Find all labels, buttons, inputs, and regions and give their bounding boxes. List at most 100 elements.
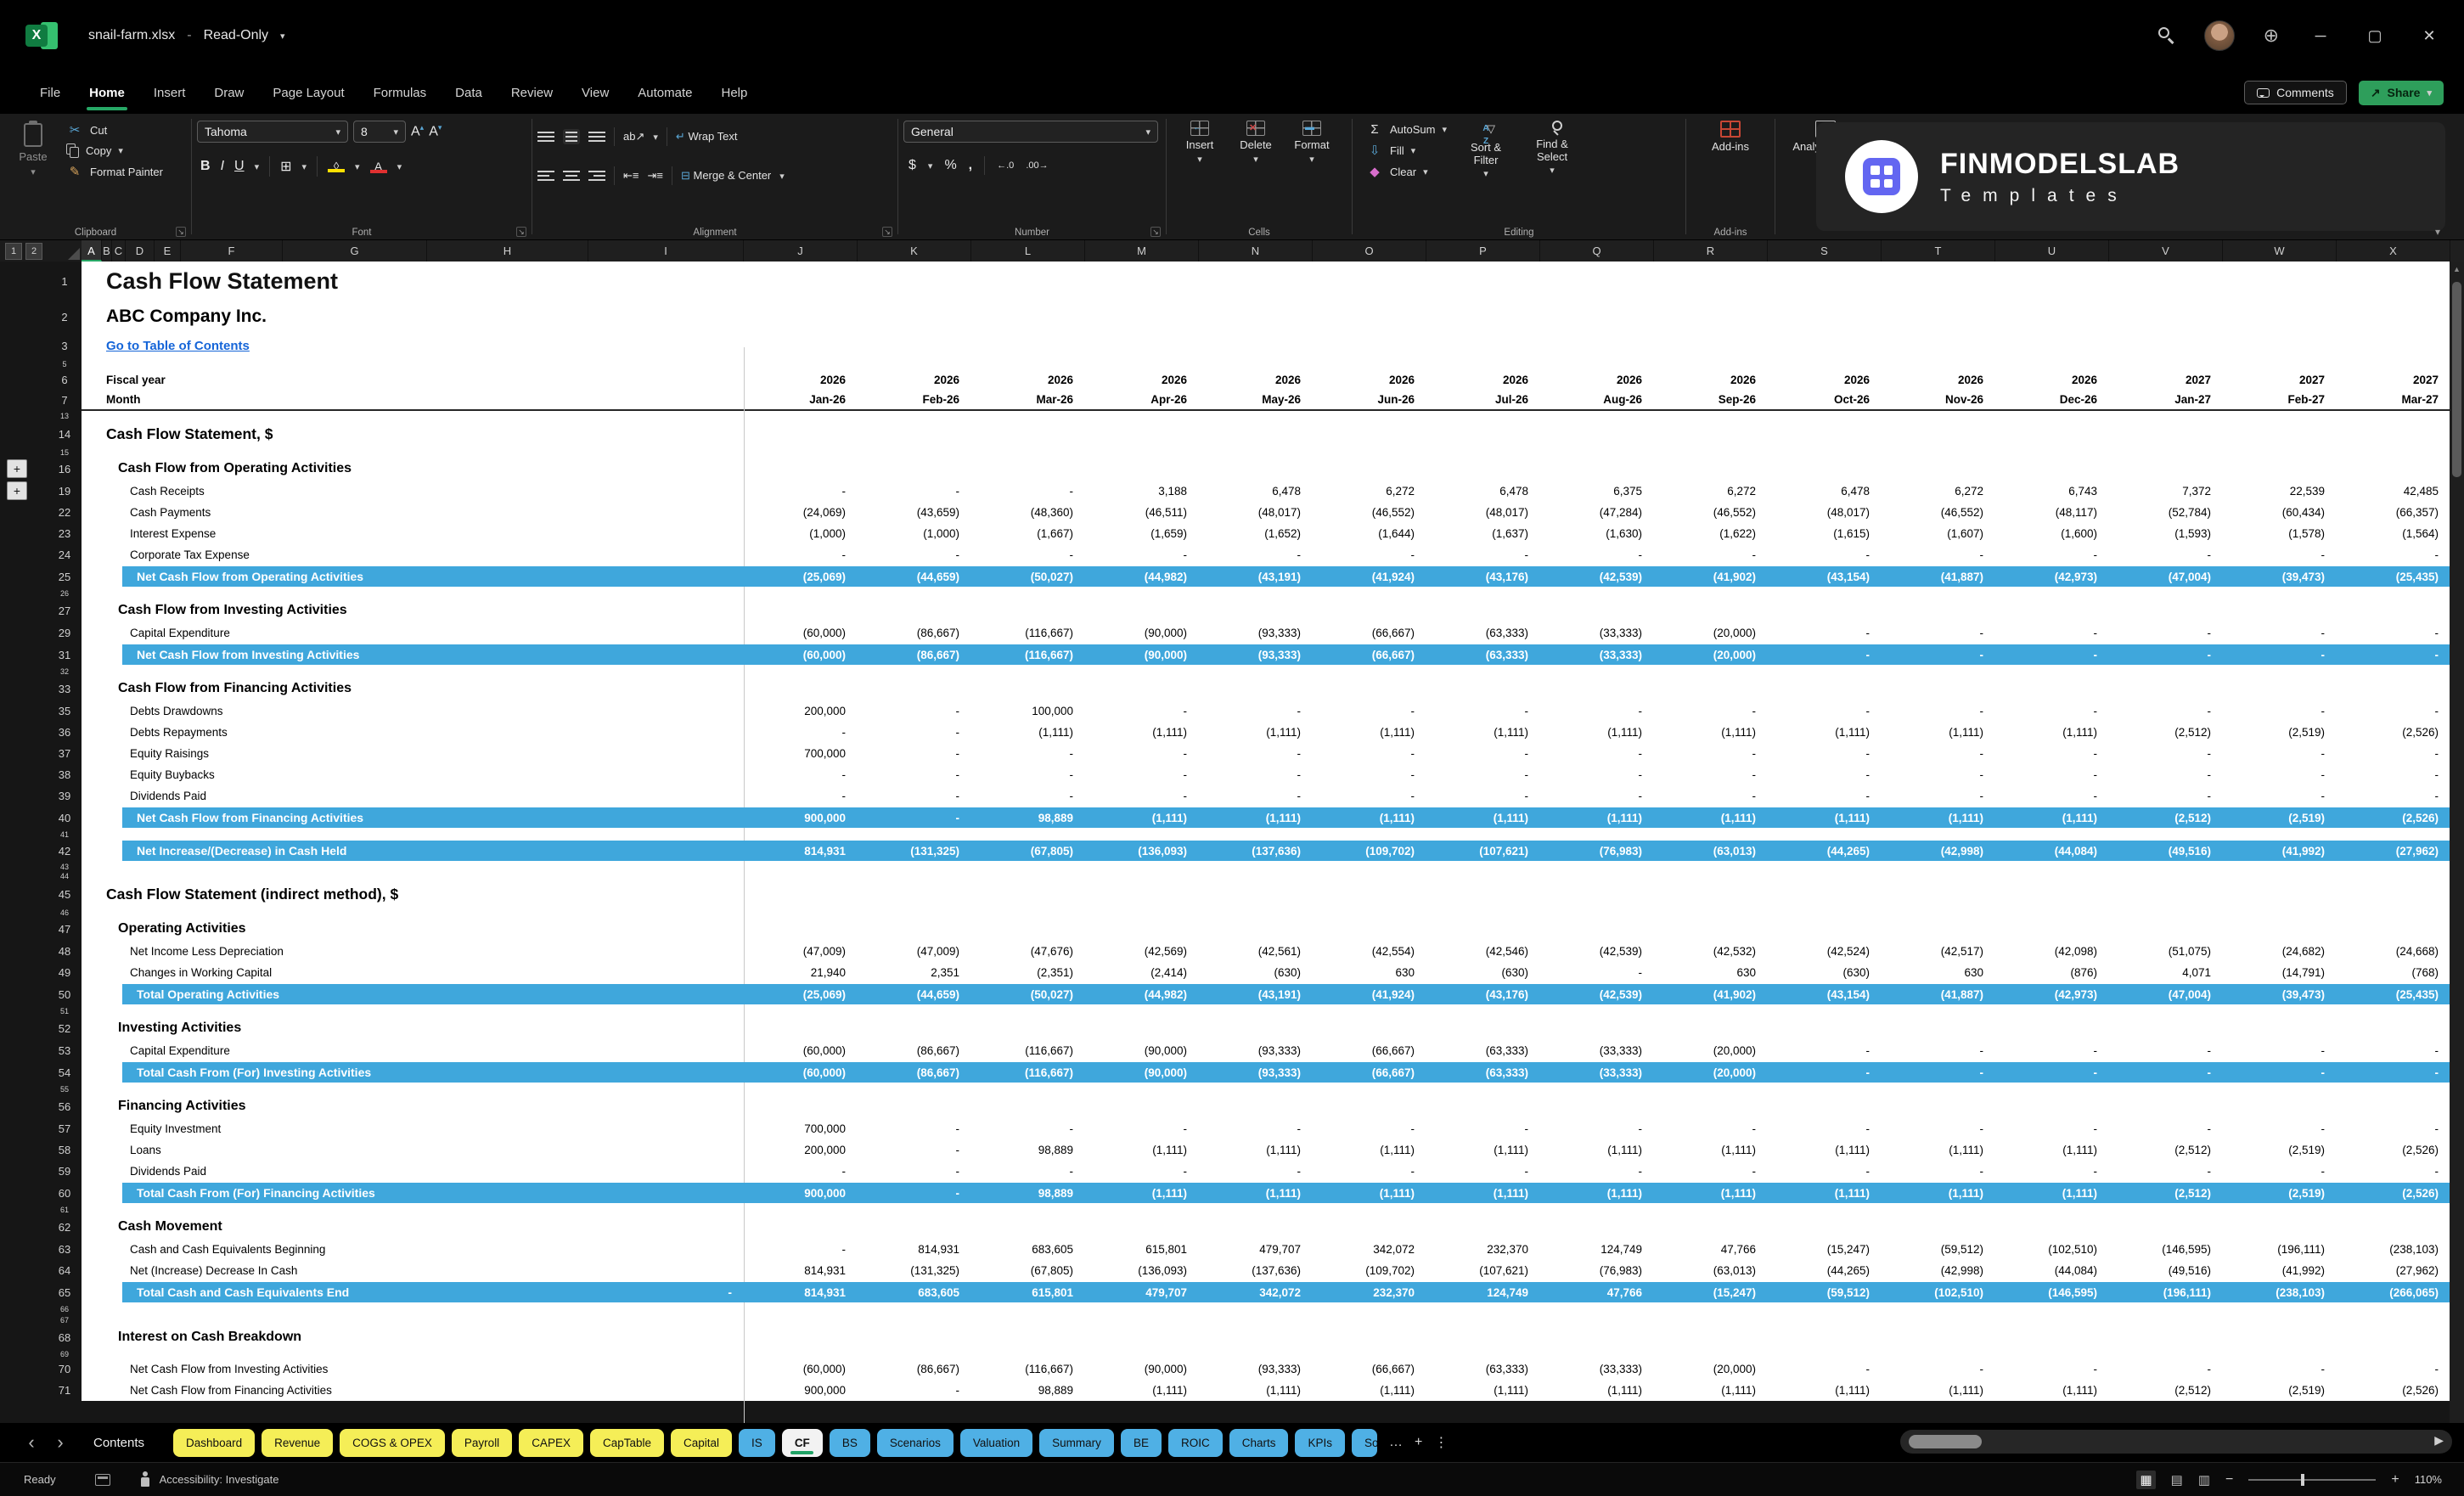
paste-button[interactable]: Paste ▾ <box>5 120 61 179</box>
cell[interactable]: (1,667) <box>971 523 1085 544</box>
cell[interactable]: - <box>2337 785 2450 807</box>
row-number[interactable]: 31 <box>48 644 82 666</box>
sheet-tab-payroll[interactable]: Payroll <box>451 1428 513 1457</box>
cell[interactable]: - <box>1882 743 1995 764</box>
cell[interactable]: (1,111) <box>1540 1182 1654 1204</box>
align-middle-icon[interactable] <box>563 129 580 144</box>
cell[interactable]: (49,516) <box>2109 840 2223 862</box>
cell[interactable]: (131,325) <box>858 840 971 862</box>
cell[interactable]: - <box>1768 1118 1882 1139</box>
excel-app-icon[interactable]: X <box>25 20 58 52</box>
cell[interactable]: (44,084) <box>1995 840 2109 862</box>
macro-record-icon[interactable] <box>94 1473 110 1486</box>
row-label[interactable]: Cash Flow Statement, $ <box>82 420 2450 447</box>
document-title[interactable]: snail-farm.xlsx - Read-Only ▾ <box>88 28 285 43</box>
find-select-button[interactable]: Find & Select ▾ <box>1525 121 1579 179</box>
decrease-indent-icon[interactable]: ⇤≡ <box>623 169 639 183</box>
row-label[interactable]: Go to Table of Contents <box>82 333 2450 358</box>
cell[interactable]: (60,000) <box>744 1061 858 1083</box>
cell[interactable]: (2,526) <box>2337 1182 2450 1204</box>
cell[interactable]: - <box>1882 1358 1995 1380</box>
cell[interactable]: 814,931 <box>744 1281 858 1303</box>
column-header-G[interactable]: G <box>283 240 427 262</box>
cell[interactable]: - <box>1995 1040 2109 1061</box>
zoom-out-icon[interactable]: − <box>2225 1472 2233 1488</box>
cell[interactable]: (1,111) <box>1426 1139 1540 1161</box>
row-label[interactable]: Total Operating Activities <box>82 983 744 1005</box>
cell[interactable]: 6,272 <box>1313 481 1426 502</box>
cell[interactable]: - <box>2109 544 2223 565</box>
cell[interactable]: - <box>1426 1161 1540 1182</box>
cell[interactable]: - <box>971 764 1085 785</box>
cell[interactable]: (46,552) <box>1882 502 1995 523</box>
cell[interactable]: (66,667) <box>1313 644 1426 666</box>
row-label[interactable]: Capital Expenditure <box>82 1040 744 1061</box>
column-header-J[interactable]: J <box>744 240 858 262</box>
cell[interactable]: - <box>1313 764 1426 785</box>
addins-button[interactable]: Add-ins <box>1691 121 1769 153</box>
cell[interactable]: (1,111) <box>1768 1182 1882 1204</box>
cell[interactable]: (44,982) <box>1085 983 1199 1005</box>
row-label[interactable]: Cash Movement <box>82 1215 2450 1239</box>
cell[interactable]: - <box>2337 700 2450 722</box>
cell[interactable]: 683,605 <box>971 1239 1085 1260</box>
cell[interactable]: - <box>1313 743 1426 764</box>
share-button[interactable]: ↗ Share ▾ <box>2358 80 2444 105</box>
row-label[interactable]: Cash and Cash Equivalents Beginning <box>82 1239 744 1260</box>
cell[interactable]: (63,333) <box>1426 644 1540 666</box>
cell[interactable]: (47,284) <box>1540 502 1654 523</box>
cell[interactable]: (46,511) <box>1085 502 1199 523</box>
cell[interactable]: (41,992) <box>2223 840 2337 862</box>
cell[interactable]: - <box>1199 743 1313 764</box>
copy-button[interactable]: Copy ▾ <box>66 143 163 158</box>
sheet-tab-scenarios[interactable]: Scenarios <box>876 1428 954 1457</box>
cell[interactable]: (2,351) <box>971 962 1085 983</box>
fill-button[interactable]: ⇩ Fill ▾ <box>1366 143 1447 158</box>
scrollbar-thumb[interactable] <box>2452 282 2461 477</box>
cell[interactable]: (1,111) <box>1426 807 1540 829</box>
cell[interactable]: (25,435) <box>2337 565 2450 588</box>
row-number[interactable]: 45 <box>48 880 82 908</box>
align-right-icon[interactable] <box>588 171 605 181</box>
cell[interactable]: (48,017) <box>1199 502 1313 523</box>
column-header-I[interactable]: I <box>588 240 744 262</box>
chevron-down-icon[interactable]: ▾ <box>280 31 285 42</box>
tab-automate[interactable]: Automate <box>623 71 706 114</box>
cell[interactable]: (90,000) <box>1085 622 1199 644</box>
cell[interactable]: (33,333) <box>1540 1040 1654 1061</box>
row-number[interactable]: 32 <box>48 666 82 677</box>
cell[interactable]: (116,667) <box>971 1040 1085 1061</box>
cell[interactable]: (2,519) <box>2223 1182 2337 1204</box>
cell[interactable]: Mar-26 <box>971 390 1085 409</box>
cell[interactable]: (630) <box>1768 962 1882 983</box>
tab-file[interactable]: File <box>25 71 75 114</box>
row-number[interactable]: 71 <box>48 1380 82 1401</box>
cell[interactable]: 2026 <box>1085 369 1199 390</box>
row-number[interactable]: 56 <box>48 1094 82 1118</box>
cell[interactable]: - <box>744 1239 858 1260</box>
orientation-icon[interactable]: ab↗ <box>623 130 644 143</box>
column-header-C[interactable]: C <box>112 240 126 262</box>
cell[interactable]: (93,333) <box>1199 1040 1313 1061</box>
row-number[interactable]: 25 <box>48 565 82 588</box>
cell[interactable]: (43,659) <box>858 502 971 523</box>
scroll-right-icon[interactable]: ▶ <box>2434 1433 2444 1448</box>
cell[interactable]: - <box>2109 1161 2223 1182</box>
cell[interactable]: - <box>1199 1118 1313 1139</box>
cell[interactable]: - <box>1426 1118 1540 1139</box>
cell[interactable]: (60,000) <box>744 1040 858 1061</box>
cell[interactable]: (1,600) <box>1995 523 2109 544</box>
cell[interactable]: (1,111) <box>1540 1139 1654 1161</box>
cell[interactable]: 47,766 <box>1540 1281 1654 1303</box>
cell[interactable]: (86,667) <box>858 1358 971 1380</box>
cell[interactable]: - <box>728 1285 744 1299</box>
cell[interactable]: - <box>1199 700 1313 722</box>
row-label[interactable]: Total Cash and Cash Equivalents End - <box>82 1281 744 1303</box>
cell[interactable]: (136,093) <box>1085 1260 1199 1281</box>
cell[interactable]: (137,636) <box>1199 840 1313 862</box>
cell[interactable]: 200,000 <box>744 700 858 722</box>
cell[interactable]: Sep-26 <box>1654 390 1768 409</box>
cell[interactable]: (1,111) <box>1882 1139 1995 1161</box>
cell[interactable]: - <box>858 785 971 807</box>
cell[interactable]: (93,333) <box>1199 622 1313 644</box>
